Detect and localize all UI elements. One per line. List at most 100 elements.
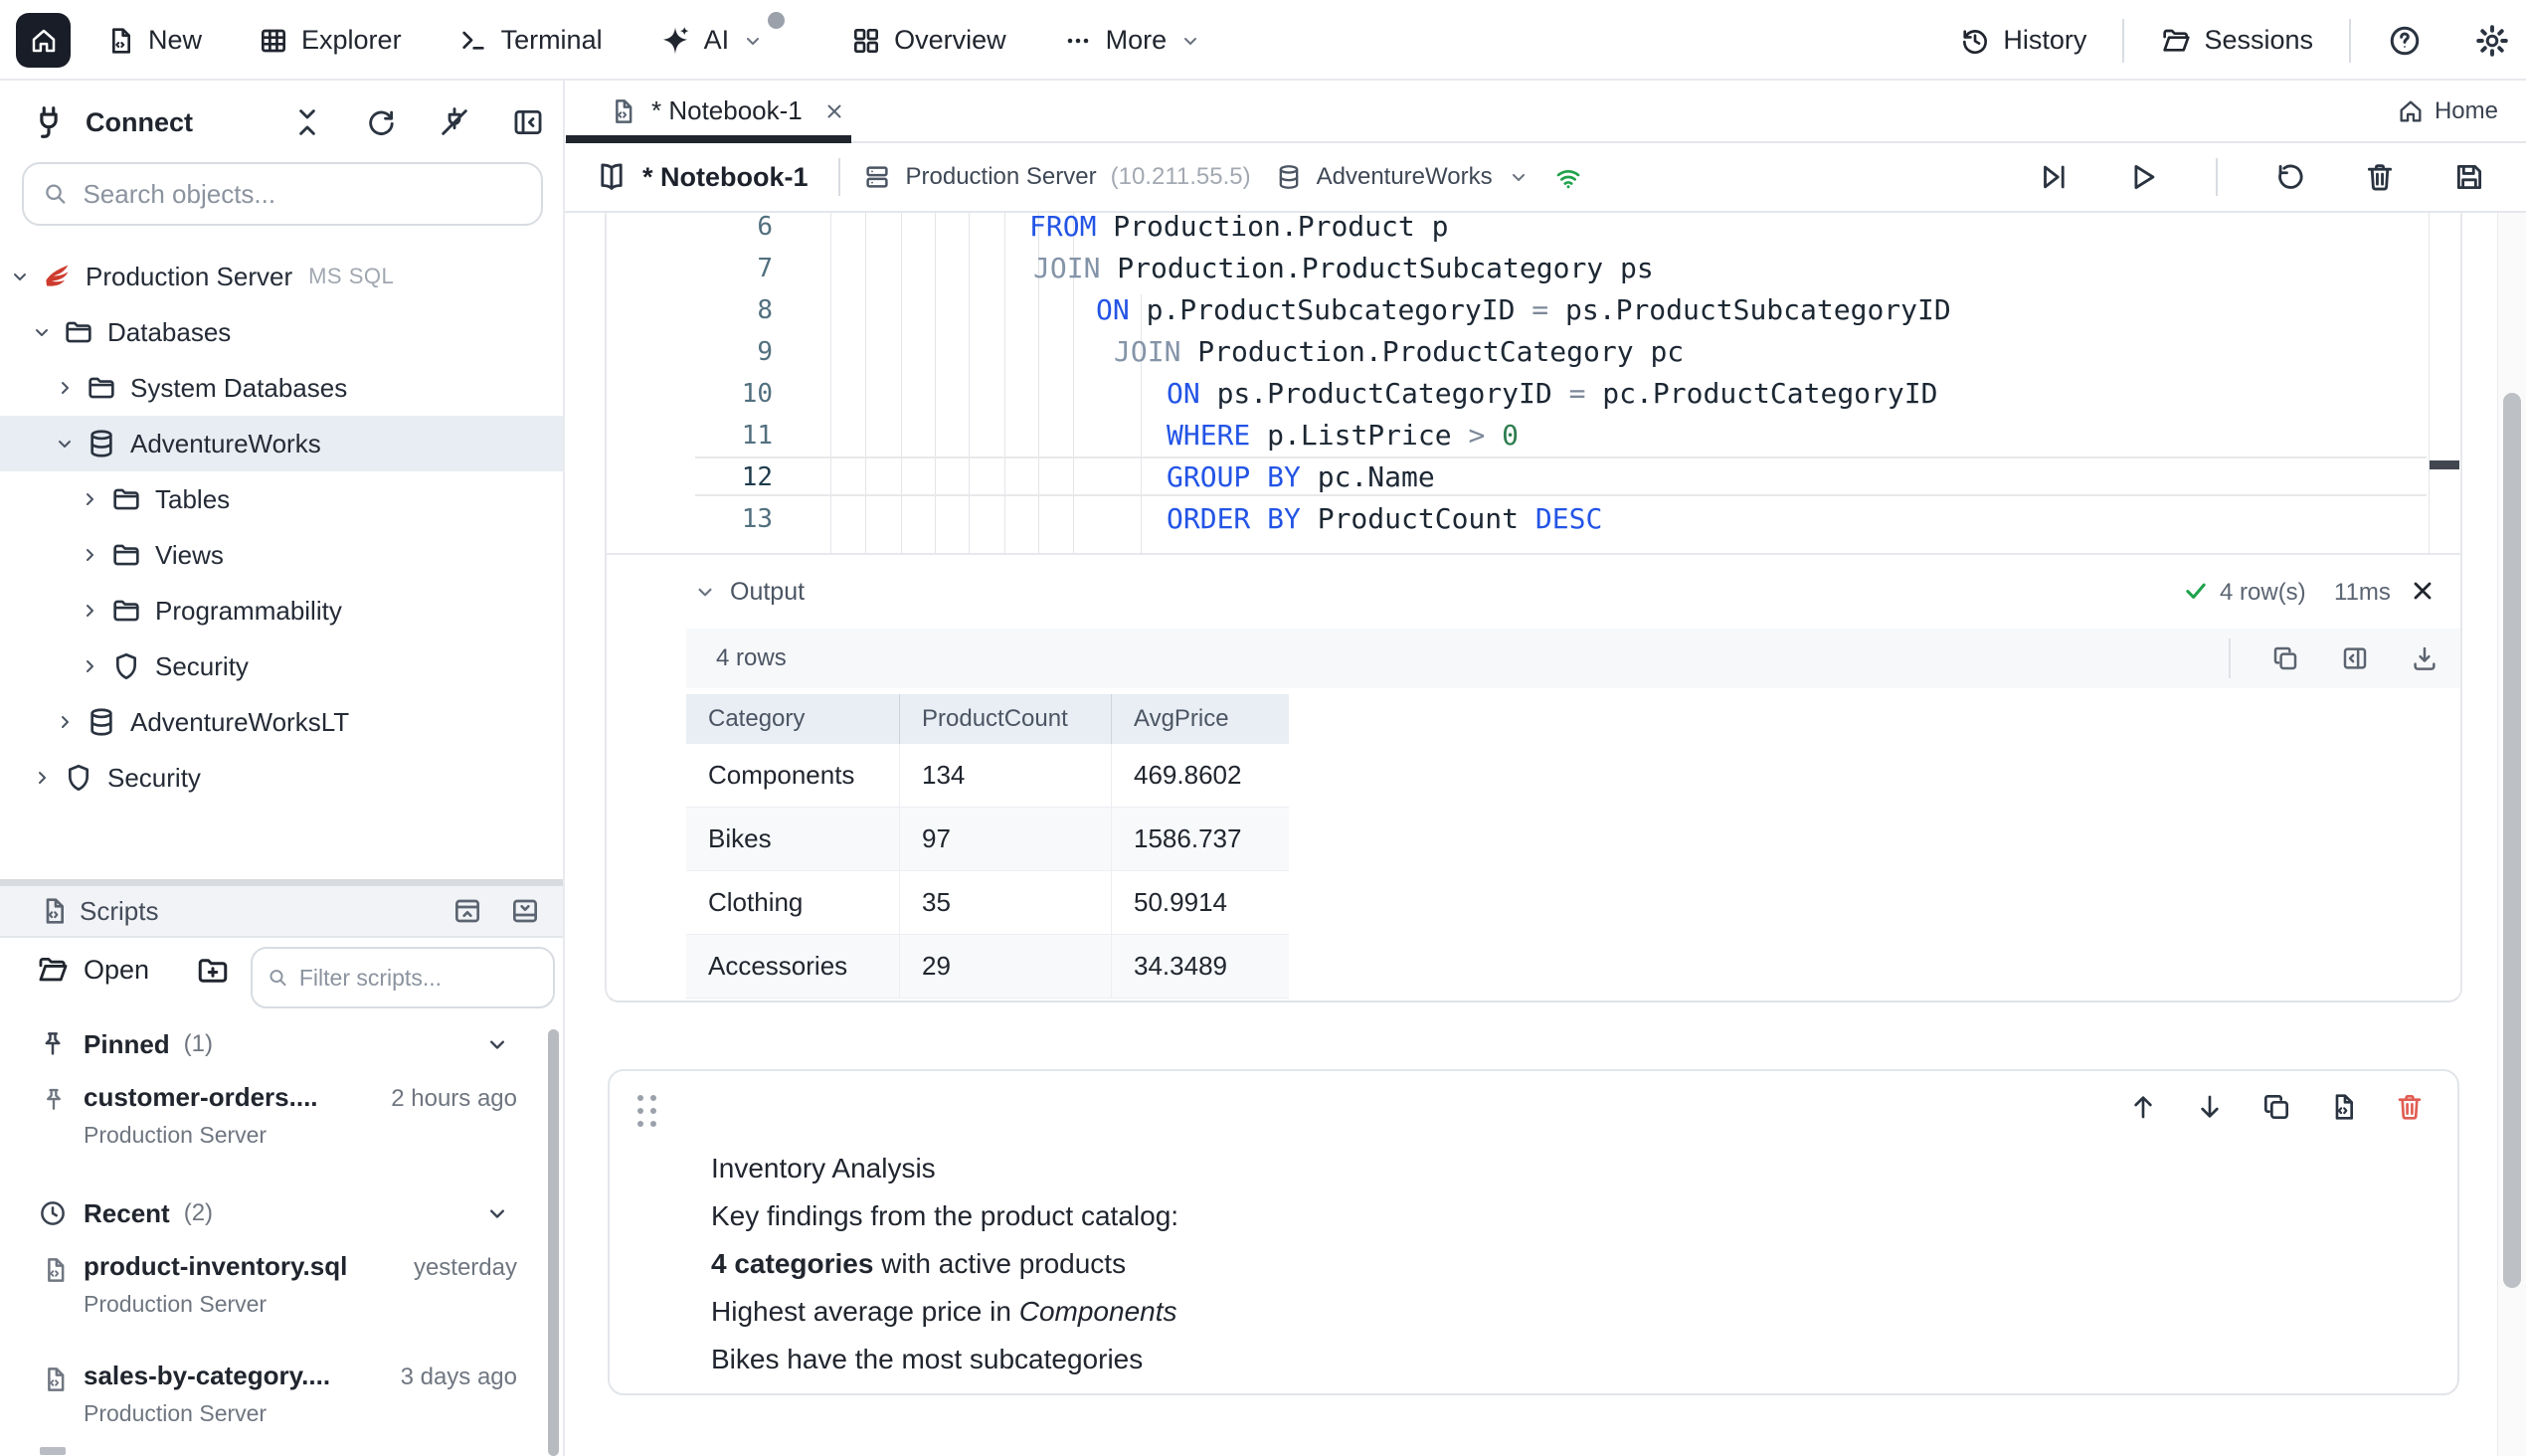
tree-item-views[interactable]: Views bbox=[0, 527, 563, 583]
filter-scripts[interactable] bbox=[251, 947, 555, 1008]
tab-notebook-1[interactable]: * Notebook-1 bbox=[566, 81, 851, 141]
tree-item-adventureworkslt[interactable]: AdventureWorksLT bbox=[0, 694, 563, 750]
script-name: product-inventory.sql bbox=[84, 1251, 347, 1282]
connection-server[interactable]: Production Server bbox=[906, 163, 1097, 191]
filter-input[interactable] bbox=[299, 965, 539, 992]
drag-handle-icon[interactable] bbox=[637, 1095, 661, 1133]
refresh-icon[interactable] bbox=[364, 105, 398, 139]
chevron-down-icon[interactable] bbox=[1507, 165, 1531, 189]
folder-icon bbox=[110, 483, 142, 515]
connection-database[interactable]: AdventureWorks bbox=[1317, 163, 1493, 191]
ai-status-dot bbox=[768, 12, 785, 29]
help-button[interactable] bbox=[2387, 23, 2423, 59]
more-dots-icon bbox=[1062, 25, 1094, 57]
history-icon bbox=[1959, 25, 1991, 57]
collapse-top-icon[interactable] bbox=[451, 895, 483, 927]
recent-section-header[interactable]: Recent (2) bbox=[0, 1185, 563, 1241]
results-grid[interactable]: Category ProductCount AvgPrice Component… bbox=[686, 694, 1289, 999]
column-header-avgprice[interactable]: AvgPrice bbox=[1112, 694, 1287, 744]
help-icon bbox=[2387, 23, 2423, 59]
pinned-section-header[interactable]: Pinned (1) bbox=[0, 1016, 563, 1072]
disconnect-icon[interactable] bbox=[438, 105, 471, 139]
sessions-button[interactable]: Sessions bbox=[2160, 25, 2313, 57]
object-search[interactable] bbox=[22, 162, 543, 226]
script-item-recent-1[interactable]: product-inventory.sql yesterday Producti… bbox=[0, 1249, 563, 1333]
nav-new[interactable]: New bbox=[104, 25, 202, 57]
tree-item-adventureworks[interactable]: AdventureWorks bbox=[0, 416, 563, 471]
delete-cell-icon[interactable] bbox=[2394, 1091, 2426, 1123]
nav-ai[interactable]: AI bbox=[658, 24, 766, 58]
success-check-icon bbox=[2182, 577, 2210, 605]
duplicate-cell-icon[interactable] bbox=[2260, 1091, 2292, 1123]
cell-category: Accessories bbox=[686, 935, 900, 998]
tree-item-system-databases[interactable]: System Databases bbox=[0, 360, 563, 416]
trash-icon[interactable] bbox=[2363, 160, 2397, 194]
nav-new-label: New bbox=[148, 25, 202, 56]
chevron-right-icon bbox=[30, 766, 54, 790]
panel-divider[interactable] bbox=[0, 879, 563, 886]
move-down-icon[interactable] bbox=[2194, 1091, 2226, 1123]
nav-explorer[interactable]: Explorer bbox=[258, 25, 402, 57]
download-results-icon[interactable] bbox=[2410, 643, 2439, 673]
search-input[interactable] bbox=[83, 179, 523, 210]
expand-bottom-icon[interactable] bbox=[509, 895, 541, 927]
chevron-down-icon[interactable] bbox=[692, 579, 718, 605]
script-item-recent-2[interactable]: sales-by-category.... 3 days ago Product… bbox=[0, 1359, 563, 1442]
open-script-button[interactable]: Open bbox=[36, 953, 149, 987]
run-icon[interactable] bbox=[2126, 160, 2160, 194]
nav-terminal-label: Terminal bbox=[501, 25, 603, 56]
terminal-icon bbox=[457, 25, 489, 57]
home-button[interactable] bbox=[16, 13, 71, 68]
settings-button[interactable] bbox=[2474, 23, 2510, 59]
top-nav: New Explorer Terminal AI Overview bbox=[104, 0, 1202, 81]
main-scrollbar-thumb[interactable] bbox=[2503, 393, 2521, 1288]
tree-item-tables[interactable]: Tables bbox=[0, 471, 563, 527]
tree-item-security-db[interactable]: Security bbox=[0, 638, 563, 694]
tree-item-production-server[interactable]: Production Server MS SQL bbox=[0, 249, 563, 304]
search-icon bbox=[42, 179, 69, 209]
copy-results-icon[interactable] bbox=[2270, 643, 2300, 673]
script-server: Production Server bbox=[84, 1122, 267, 1149]
sql-editor[interactable]: 6 7 8 9 10 11 12 13 FROM Production.Prod… bbox=[607, 213, 2462, 553]
collapse-all-icon[interactable] bbox=[290, 105, 324, 139]
nav-overview-label: Overview bbox=[894, 25, 1006, 56]
column-header-category[interactable]: Category bbox=[686, 694, 900, 744]
close-output-icon[interactable] bbox=[2409, 577, 2436, 605]
convert-to-code-icon[interactable] bbox=[2327, 1091, 2359, 1123]
tree-item-programmability[interactable]: Programmability bbox=[0, 583, 563, 638]
history-button[interactable]: History bbox=[1959, 25, 2086, 57]
divider bbox=[2122, 19, 2124, 63]
open-side-panel-icon[interactable] bbox=[2340, 643, 2370, 673]
chevron-right-icon bbox=[53, 710, 77, 734]
move-up-icon[interactable] bbox=[2127, 1091, 2159, 1123]
nav-more[interactable]: More bbox=[1062, 25, 1203, 57]
tree-item-databases[interactable]: Databases bbox=[0, 304, 563, 360]
script-file-icon bbox=[40, 1255, 70, 1285]
output-section: Output 4 row(s) 11ms 4 rows Category Pr bbox=[607, 553, 2462, 555]
close-icon[interactable] bbox=[822, 99, 846, 123]
table-row[interactable]: Bikes 97 1586.737 bbox=[686, 808, 1289, 871]
new-folder-button[interactable] bbox=[195, 953, 231, 989]
table-row[interactable]: Components 134 469.8602 bbox=[686, 744, 1289, 808]
run-all-icon[interactable] bbox=[2037, 160, 2071, 194]
tree-label: Programmability bbox=[155, 596, 342, 627]
nav-overview[interactable]: Overview bbox=[850, 25, 1006, 57]
cell-actions bbox=[2127, 1085, 2426, 1129]
folder-plus-icon bbox=[195, 953, 231, 989]
restart-icon[interactable] bbox=[2273, 160, 2307, 194]
script-item-pinned[interactable]: customer-orders.... 2 hours ago Producti… bbox=[0, 1080, 563, 1164]
column-header-productcount[interactable]: ProductCount bbox=[900, 694, 1112, 744]
table-row[interactable]: Clothing 35 50.9914 bbox=[686, 871, 1289, 935]
search-icon bbox=[267, 965, 289, 991]
tree-item-security-server[interactable]: Security bbox=[0, 750, 563, 806]
nav-ai-label: AI bbox=[704, 25, 730, 56]
save-icon[interactable] bbox=[2452, 160, 2486, 194]
markdown-cell-card[interactable]: Inventory Analysis Key findings from the… bbox=[608, 1069, 2459, 1395]
home-link[interactable]: Home bbox=[2397, 81, 2498, 141]
history-label: History bbox=[2003, 25, 2086, 56]
sidebar-scrollbar[interactable] bbox=[548, 1029, 559, 1456]
collapse-panel-icon[interactable] bbox=[511, 105, 545, 139]
table-row[interactable]: Accessories 29 34.3489 bbox=[686, 935, 1289, 999]
chevron-right-icon bbox=[78, 487, 101, 511]
nav-terminal[interactable]: Terminal bbox=[457, 25, 603, 57]
